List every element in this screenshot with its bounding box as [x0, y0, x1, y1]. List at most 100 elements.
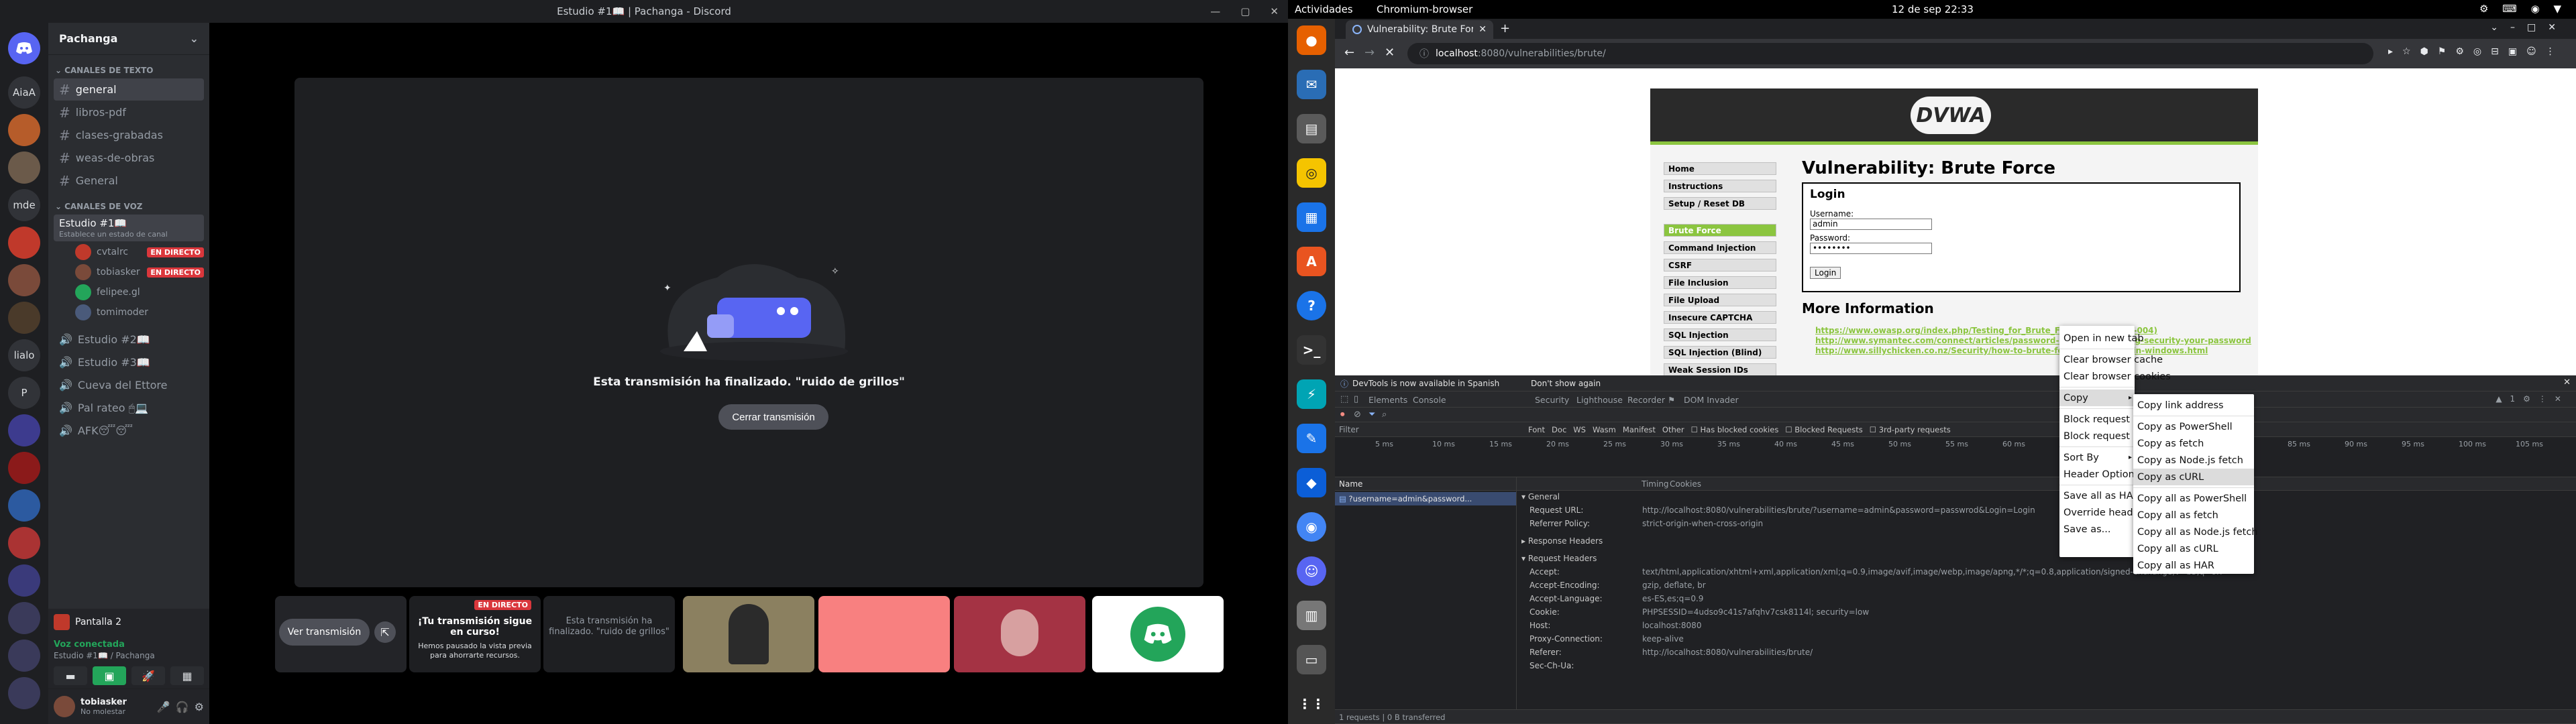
- gear-icon[interactable]: ⚙: [195, 701, 204, 713]
- guild-avatar-icon[interactable]: [8, 489, 40, 522]
- window-controls[interactable]: ⌄–□✕: [2490, 22, 2568, 33]
- filter-ws[interactable]: WS: [1573, 425, 1586, 434]
- channel-libros-pdf[interactable]: # libros-pdf: [54, 101, 204, 123]
- music-icon[interactable]: ◎: [1297, 158, 1326, 188]
- activities-button[interactable]: Actividades: [1295, 3, 1353, 15]
- menu-item[interactable]: SQL Injection (Blind): [1664, 346, 1776, 359]
- clock[interactable]: 12 de sep 22:33: [1892, 3, 1974, 15]
- channel-clases-grabadas[interactable]: # clases-grabadas: [54, 124, 204, 146]
- network-overview[interactable]: 5 ms 10 ms 15 ms 20 ms 25 ms 30 ms 35 ms 40 ms 4…: [1335, 437, 2576, 477]
- blocked-requests-checkbox[interactable]: ☐ Blocked Requests: [1785, 425, 1862, 434]
- guild-p[interactable]: P: [8, 377, 40, 409]
- guild-avatar-icon[interactable]: [8, 114, 40, 146]
- discord-home-icon[interactable]: [8, 32, 40, 64]
- guild-folder-icon[interactable]: [8, 677, 40, 709]
- menu-clear-cache[interactable]: Clear browser cache: [2059, 351, 2163, 368]
- menu-copy-all-as-curl[interactable]: Copy all as cURL: [2133, 540, 2254, 557]
- record-icon[interactable]: ⏺: [1340, 410, 1345, 420]
- participant-tile[interactable]: [1092, 596, 1224, 672]
- voice-channel-estudio-3[interactable]: 🔊 Estudio #3📖: [54, 351, 204, 373]
- firefox-icon[interactable]: ●: [1297, 25, 1326, 55]
- guild-avatar-icon[interactable]: [8, 152, 40, 184]
- menu-item[interactable]: Command Injection: [1664, 241, 1776, 254]
- participant-tile[interactable]: [683, 596, 814, 672]
- tab-security[interactable]: Security: [1535, 391, 1569, 408]
- guild-folder-icon[interactable]: [8, 602, 40, 634]
- clear-icon[interactable]: ⊘: [1354, 410, 1361, 420]
- menu-clear-cookies[interactable]: Clear browser cookies: [2059, 368, 2171, 385]
- filter-input[interactable]: Filter: [1339, 425, 1359, 434]
- filter-icon[interactable]: ⏷: [1368, 410, 1375, 420]
- guild-avatar-icon[interactable]: [8, 452, 40, 484]
- lightning-icon[interactable]: ⚡: [1297, 379, 1326, 409]
- headphones-icon[interactable]: 🎧: [176, 701, 189, 713]
- menu-item[interactable]: Instructions: [1664, 180, 1776, 192]
- menu-item[interactable]: CSRF: [1664, 259, 1776, 272]
- menu-item[interactable]: File Upload: [1664, 294, 1776, 306]
- voice-channel-pal-rateo[interactable]: 🔊 Pal rateo 🖱💻: [54, 397, 204, 419]
- menu-copy-as-curl[interactable]: Copy as cURL: [2133, 469, 2254, 485]
- menu-item[interactable]: Brute Force: [1664, 224, 1776, 237]
- section-request-headers[interactable]: ▾ Request Headers: [1521, 554, 1597, 563]
- menu-item[interactable]: Weak Session IDs: [1664, 363, 1776, 375]
- mail-icon[interactable]: ✉: [1297, 70, 1326, 99]
- menu-copy[interactable]: Copy ▸: [2059, 389, 2135, 406]
- filter-other[interactable]: Other: [1662, 425, 1684, 434]
- close-button[interactable]: ✕: [1270, 5, 1279, 17]
- files-icon[interactable]: ▤: [1297, 114, 1326, 143]
- guild-avatar-icon[interactable]: [8, 302, 40, 334]
- menu-copy-link-address[interactable]: Copy link address: [2133, 397, 2254, 414]
- menu-copy-as-fetch[interactable]: Copy as fetch: [2133, 435, 2254, 452]
- search-icon[interactable]: ⌕: [1382, 410, 1387, 420]
- menu-header-options[interactable]: Header Options▸: [2059, 466, 2143, 483]
- trash-icon[interactable]: ▥: [1297, 601, 1326, 630]
- channel-weas-de-obras[interactable]: # weas-de-obras: [54, 147, 204, 169]
- camera-button[interactable]: ▬: [54, 666, 87, 685]
- filter-font[interactable]: Font: [1528, 425, 1545, 434]
- guild-avatar-icon[interactable]: [8, 564, 40, 597]
- avatar[interactable]: [54, 696, 75, 717]
- help-icon[interactable]: ?: [1297, 291, 1326, 320]
- forward-icon[interactable]: →: [1364, 46, 1375, 60]
- guild-mde[interactable]: mde: [8, 189, 40, 221]
- menu-item[interactable]: Setup / Reset DB: [1664, 197, 1776, 210]
- chromium-icon[interactable]: ◉: [1297, 512, 1326, 542]
- filter-doc[interactable]: Doc: [1552, 425, 1566, 434]
- writer-icon[interactable]: ▦: [1297, 202, 1326, 232]
- own-stream-tile[interactable]: EN DIRECTO ¡Tu transmisión sigue en curs…: [409, 596, 541, 672]
- vscode-icon[interactable]: ◆: [1297, 468, 1326, 497]
- popout-icon[interactable]: ⇱: [374, 621, 396, 643]
- filter-manifest[interactable]: Manifest: [1623, 425, 1656, 434]
- app-menu[interactable]: Chromium-browser: [1377, 3, 1472, 15]
- menu-save-har[interactable]: Save all as HAR with content: [2059, 487, 2204, 504]
- menu-item[interactable]: File Inclusion: [1664, 276, 1776, 289]
- address-bar[interactable]: ⓘ localhost:8080/vulnerabilities/brute/: [1407, 43, 2373, 64]
- voice-user[interactable]: tobiasker EN DIRECTO: [75, 262, 204, 282]
- stop-icon[interactable]: ✕: [1385, 46, 1395, 60]
- password-input[interactable]: ••••••••: [1810, 243, 1932, 254]
- menu-copy-all-as-powershell[interactable]: Copy all as PowerShell: [2133, 490, 2254, 507]
- menu-copy-as-nodejs-fetch[interactable]: Copy as Node.js fetch: [2133, 452, 2254, 469]
- tab-timing[interactable]: Timing: [1642, 479, 1669, 489]
- category-voice[interactable]: ⌄ CANALES DE VOZ: [48, 199, 209, 214]
- app-center-icon[interactable]: A: [1297, 247, 1326, 276]
- back-icon[interactable]: ←: [1344, 46, 1354, 60]
- tab-dom-invader[interactable]: DOM Invader: [1684, 391, 1739, 408]
- guild-aiaa[interactable]: AiaA: [8, 76, 40, 109]
- section-general[interactable]: ▾ General: [1521, 492, 1560, 501]
- soundboard-button[interactable]: ▦: [170, 666, 204, 685]
- guild-avatar-icon[interactable]: [8, 264, 40, 296]
- editor-icon[interactable]: ✎: [1297, 424, 1326, 453]
- section-response-headers[interactable]: ▸ Response Headers: [1521, 536, 1603, 546]
- guild-lialo[interactable]: lialo: [8, 339, 40, 371]
- menu-sort-by[interactable]: Sort By ▸: [2059, 449, 2135, 466]
- system-tray-icons[interactable]: ⚙ ⌨ ◉ ▼: [2479, 3, 2567, 15]
- username-input[interactable]: admin: [1810, 219, 1932, 230]
- menu-save-as[interactable]: Save as...: [2059, 521, 2135, 538]
- watch-stream-button[interactable]: Ver transmisión: [279, 619, 370, 646]
- menu-copy-all-as-nodejs-fetch[interactable]: Copy all as Node.js fetch: [2133, 524, 2258, 540]
- channel-general-2[interactable]: # General: [54, 170, 204, 192]
- watch-stream-tile[interactable]: Ver transmisión ⇱: [275, 596, 407, 672]
- menu-copy-all-as-fetch[interactable]: Copy all as fetch: [2133, 507, 2254, 524]
- channel-general[interactable]: # general: [54, 78, 204, 101]
